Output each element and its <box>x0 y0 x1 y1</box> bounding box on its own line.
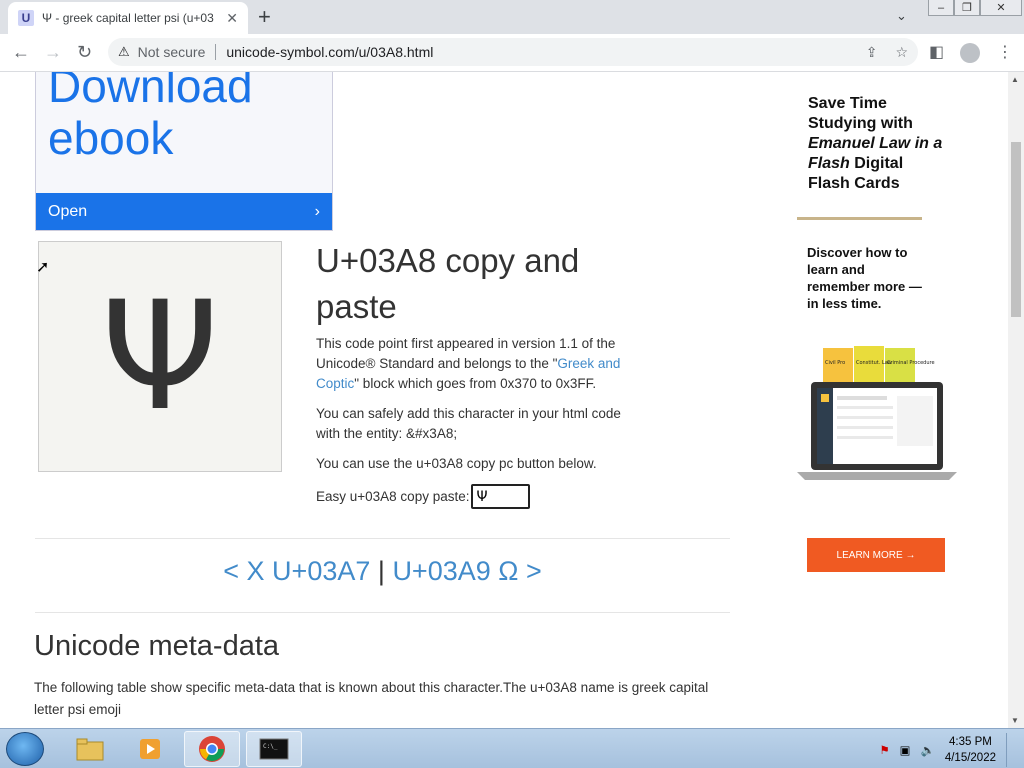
warning-icon[interactable]: ⚠ <box>118 44 130 60</box>
action-center-icon[interactable]: ⚑ <box>879 743 889 757</box>
ad-banner[interactable]: Download ebook Open › <box>35 72 333 231</box>
divider <box>797 217 922 220</box>
menu-kebab-icon[interactable]: ⋮ <box>997 42 1013 62</box>
glyph-preview: Ψ <box>38 241 282 472</box>
side-panel-icon[interactable]: ◧ <box>929 42 944 62</box>
restore-button[interactable]: ❐ <box>954 0 980 16</box>
laptop-logo <box>821 394 829 402</box>
browser-tab[interactable]: U Ψ - greek capital letter psi (u+03 ✕ <box>8 2 248 34</box>
close-window-button[interactable]: ✕ <box>980 0 1022 16</box>
address-bar[interactable]: ⚠ Not secure unicode-symbol.com/u/03A8.h… <box>108 38 918 66</box>
volume-icon[interactable]: 🔈 <box>921 743 935 757</box>
book-3 <box>885 348 915 384</box>
divider <box>35 538 730 539</box>
chrome-icon <box>199 736 225 762</box>
main-content: U+03A8 copy and paste This code point fi… <box>316 238 646 509</box>
sidebar-ad-heading: Save Time Studying with Emanuel Law in a… <box>808 94 948 194</box>
chevron-right-icon: › <box>314 202 320 220</box>
tab-search-chevron-icon[interactable]: ⌄ <box>896 8 907 24</box>
ad-line1: Download <box>48 72 253 112</box>
laptop-line <box>837 426 893 429</box>
system-tray: ⚑ ▣ 🔈 4:35 PM 4/15/2022 <box>879 733 1018 767</box>
minimize-button[interactable]: – <box>928 0 954 16</box>
favicon-icon: U <box>18 10 34 26</box>
forward-arrow-icon[interactable]: → <box>44 42 62 63</box>
browser-toolbar: ← → ↻ ⚠ Not secure unicode-symbol.com/u/… <box>0 34 1024 72</box>
next-char-link[interactable]: U+03A9 Ω > <box>392 556 541 586</box>
avatar-icon <box>960 43 980 63</box>
learn-more-button[interactable]: LEARN MORE → <box>807 538 945 572</box>
sidebar-ad-body: Discover how to learn and remember more … <box>807 245 922 311</box>
terminal-icon: C:\_ <box>259 738 289 760</box>
close-tab-icon[interactable]: ✕ <box>226 10 238 27</box>
share-icon[interactable]: ⇪ <box>866 44 878 61</box>
copy-row: Easy u+03A8 copy paste: <box>316 484 646 509</box>
arrow-right-icon: → <box>905 549 916 561</box>
book-1 <box>823 348 853 384</box>
windows-taskbar: C:\_ ⚑ ▣ 🔈 4:35 PM 4/15/2022 <box>0 728 1024 768</box>
security-label[interactable]: Not secure <box>138 44 206 60</box>
scroll-thumb[interactable] <box>1011 142 1021 317</box>
divider <box>215 44 217 60</box>
laptop-line <box>837 396 887 400</box>
copy-input[interactable] <box>471 484 531 509</box>
cmd-taskbar-button[interactable]: C:\_ <box>246 731 302 767</box>
laptop-line <box>837 406 893 409</box>
entity-paragraph: You can safely add this character in you… <box>316 406 621 441</box>
new-tab-button[interactable]: + <box>258 4 271 30</box>
book-1-label: Civil Pro <box>825 360 845 366</box>
ad-line2: ebook <box>48 112 174 164</box>
ad-open-button[interactable]: Open › <box>36 193 332 230</box>
profile-avatar[interactable] <box>960 43 980 68</box>
page-scrollbar[interactable]: ▲ ▼ <box>1008 72 1024 728</box>
clock-time: 4:35 PM <box>949 736 992 748</box>
laptop-illustration: Civil Pro Constitut. Law Criminal Proced… <box>797 346 957 480</box>
divider <box>35 612 730 613</box>
copy-hint-paragraph: You can use the u+03A8 copy pc button be… <box>316 456 597 471</box>
tab-title: Ψ - greek capital letter psi (u+03 <box>42 11 214 25</box>
window-controls: – ❐ ✕ <box>928 0 1022 16</box>
show-desktop-button[interactable] <box>1006 733 1018 767</box>
page-viewport: Download ebook Open › Ψ U+03A8 copy and … <box>0 72 1008 728</box>
laptop-base <box>797 472 957 480</box>
scroll-up-icon[interactable]: ▲ <box>1011 75 1019 84</box>
heading-pre: Save Time Studying with <box>808 95 913 132</box>
explorer-taskbar-button[interactable] <box>62 731 118 767</box>
url-text[interactable]: unicode-symbol.com/u/03A8.html <box>226 44 433 60</box>
learn-more-label: LEARN MORE <box>836 549 903 561</box>
copy-label: Easy u+03A8 copy paste: <box>316 488 470 504</box>
laptop-line <box>837 436 893 439</box>
media-player-icon <box>140 739 160 759</box>
browser-tab-bar: U Ψ - greek capital letter psi (u+03 ✕ +… <box>0 0 1024 34</box>
start-button[interactable] <box>6 732 44 766</box>
reload-icon[interactable]: ↻ <box>77 42 92 63</box>
laptop-panel <box>897 396 933 446</box>
clock[interactable]: 4:35 PM 4/15/2022 <box>945 734 996 766</box>
bookmark-star-icon[interactable]: ☆ <box>895 44 908 61</box>
mouse-cursor-icon: ➚ <box>36 259 50 276</box>
scroll-down-icon[interactable]: ▼ <box>1011 716 1019 725</box>
chrome-taskbar-button[interactable] <box>184 731 240 767</box>
nav-separator: | <box>377 556 385 586</box>
intro-paragraph: This code point first appeared in versio… <box>316 334 646 394</box>
clock-date: 4/15/2022 <box>944 752 996 764</box>
meta-text: The following table show specific meta-d… <box>34 680 709 717</box>
network-icon[interactable]: ▣ <box>900 743 911 757</box>
meta-heading: Unicode meta-data <box>34 630 280 662</box>
omnibox-actions: ⇪ ☆ <box>866 44 908 61</box>
intro-text-post: " block which goes from 0x370 to 0x3FF. <box>354 376 597 391</box>
char-navigation: < X U+03A7 | U+03A9 Ω > <box>35 556 730 587</box>
page-title: U+03A8 copy and paste <box>316 242 580 325</box>
book-3-label: Criminal Procedure <box>887 360 935 366</box>
media-player-taskbar-button[interactable] <box>122 731 178 767</box>
ad-open-label: Open <box>48 202 88 220</box>
svg-text:C:\_: C:\_ <box>263 743 278 750</box>
prev-char-link[interactable]: < X U+03A7 <box>223 556 370 586</box>
back-arrow-icon[interactable]: ← <box>12 42 30 63</box>
laptop-line <box>837 416 893 419</box>
folder-icon <box>76 738 104 761</box>
